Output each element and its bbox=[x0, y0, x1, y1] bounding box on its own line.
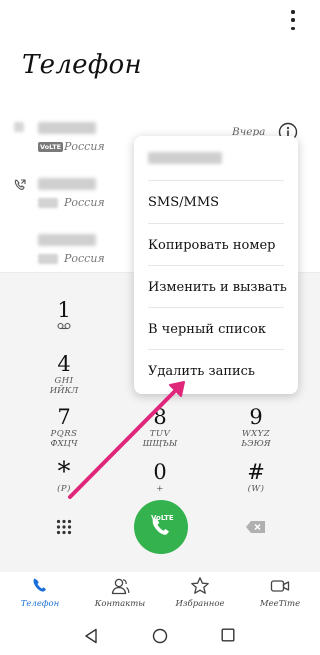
dial-key-7[interactable]: 7 PQRS ФХЦЧ bbox=[29, 405, 99, 455]
dial-key-9[interactable]: 9 WXYZ ЬЭЮЯ bbox=[221, 405, 291, 455]
contacts-icon bbox=[111, 578, 130, 595]
dial-key-star[interactable]: * (P) bbox=[29, 457, 99, 510]
key-letters-latin: GHI bbox=[54, 376, 74, 386]
tab-label: MeeTime bbox=[259, 599, 301, 609]
tab-meetime[interactable]: MeeTime bbox=[240, 576, 320, 618]
volte-label: VoLTE bbox=[151, 514, 174, 522]
key-digit: 4 bbox=[57, 352, 71, 376]
menu-item-delete-record[interactable]: Удалить запись bbox=[134, 350, 298, 392]
contact-name-redacted bbox=[38, 234, 96, 246]
contact-number-redacted bbox=[148, 152, 222, 164]
recents-icon[interactable] bbox=[221, 628, 235, 642]
call-country: Россия bbox=[64, 140, 105, 153]
key-digit: 0 bbox=[153, 460, 167, 484]
key-letters-cyrillic: ЬЭЮЯ bbox=[241, 439, 271, 449]
system-navigation-bar bbox=[0, 618, 320, 655]
tab-favorites[interactable]: Избранное bbox=[160, 576, 240, 618]
menu-item-blacklist[interactable]: В черный список bbox=[134, 308, 298, 350]
call-button[interactable]: VoLTE bbox=[134, 500, 188, 554]
page-title: Телефон bbox=[22, 50, 142, 80]
key-letters-latin: TUV bbox=[149, 429, 171, 439]
dot bbox=[291, 26, 295, 30]
key-letters: + bbox=[156, 484, 164, 494]
dial-key-8[interactable]: 8 TUV ШЩЪЫ bbox=[125, 405, 195, 455]
contact-name-redacted bbox=[38, 122, 96, 134]
contact-name-redacted bbox=[38, 178, 96, 190]
key-letters-cyrillic: ИЙКЛ bbox=[49, 386, 79, 396]
key-digit: * bbox=[57, 457, 71, 487]
menu-item-sms[interactable]: SMS/MMS bbox=[134, 181, 298, 223]
key-digit: # bbox=[247, 460, 265, 484]
dot bbox=[291, 18, 295, 22]
key-letters: (W) bbox=[247, 484, 265, 494]
phone-icon bbox=[33, 578, 46, 592]
key-letters-cyrillic: ФХЦЧ bbox=[50, 439, 78, 449]
tab-phone[interactable]: Телефон bbox=[0, 576, 80, 618]
key-digit: 8 bbox=[153, 405, 167, 429]
voicemail-icon bbox=[57, 322, 71, 330]
key-digit: 9 bbox=[249, 405, 263, 429]
key-letters-latin: WXYZ bbox=[241, 429, 271, 439]
sim-badge-redacted bbox=[38, 254, 58, 264]
star-icon bbox=[191, 577, 209, 594]
tab-label: Телефон bbox=[20, 599, 60, 609]
key-digit: 1 bbox=[57, 298, 71, 322]
bottom-navigation: Телефон Контакты Избранное MeeTime bbox=[0, 572, 320, 618]
context-menu: SMS/MMS Копировать номер Изменить и вызв… bbox=[134, 136, 298, 394]
video-call-icon bbox=[270, 580, 290, 592]
home-icon[interactable] bbox=[152, 628, 168, 644]
menu-item-copy-number[interactable]: Копировать номер bbox=[134, 224, 298, 266]
volte-badge: VoLTE bbox=[38, 142, 64, 152]
key-letters: (P) bbox=[57, 484, 71, 494]
call-country: Россия bbox=[64, 252, 105, 265]
hide-dialpad-icon[interactable] bbox=[56, 519, 72, 535]
key-digit: 7 bbox=[57, 405, 71, 429]
dial-key-1[interactable]: 1 bbox=[29, 298, 99, 348]
menu-item-edit-and-call[interactable]: Изменить и вызвать bbox=[134, 266, 298, 308]
key-letters-cyrillic: ШЩЪЫ bbox=[142, 439, 178, 449]
tab-label: Избранное bbox=[175, 599, 225, 609]
outgoing-call-icon bbox=[14, 179, 26, 190]
sim-badge-redacted bbox=[38, 198, 58, 208]
call-type-icon bbox=[14, 122, 24, 132]
dot bbox=[291, 10, 295, 14]
tab-label: Контакты bbox=[94, 599, 146, 609]
dial-key-4[interactable]: 4 GHI ИЙКЛ bbox=[29, 352, 99, 402]
dial-key-hash[interactable]: # (W) bbox=[221, 460, 291, 510]
call-country: Россия bbox=[64, 196, 105, 209]
backspace-icon[interactable] bbox=[245, 520, 267, 534]
key-letters-latin: PQRS bbox=[50, 429, 78, 439]
back-icon[interactable] bbox=[84, 628, 98, 644]
more-options-button[interactable] bbox=[284, 8, 302, 32]
tab-contacts[interactable]: Контакты bbox=[80, 576, 160, 618]
